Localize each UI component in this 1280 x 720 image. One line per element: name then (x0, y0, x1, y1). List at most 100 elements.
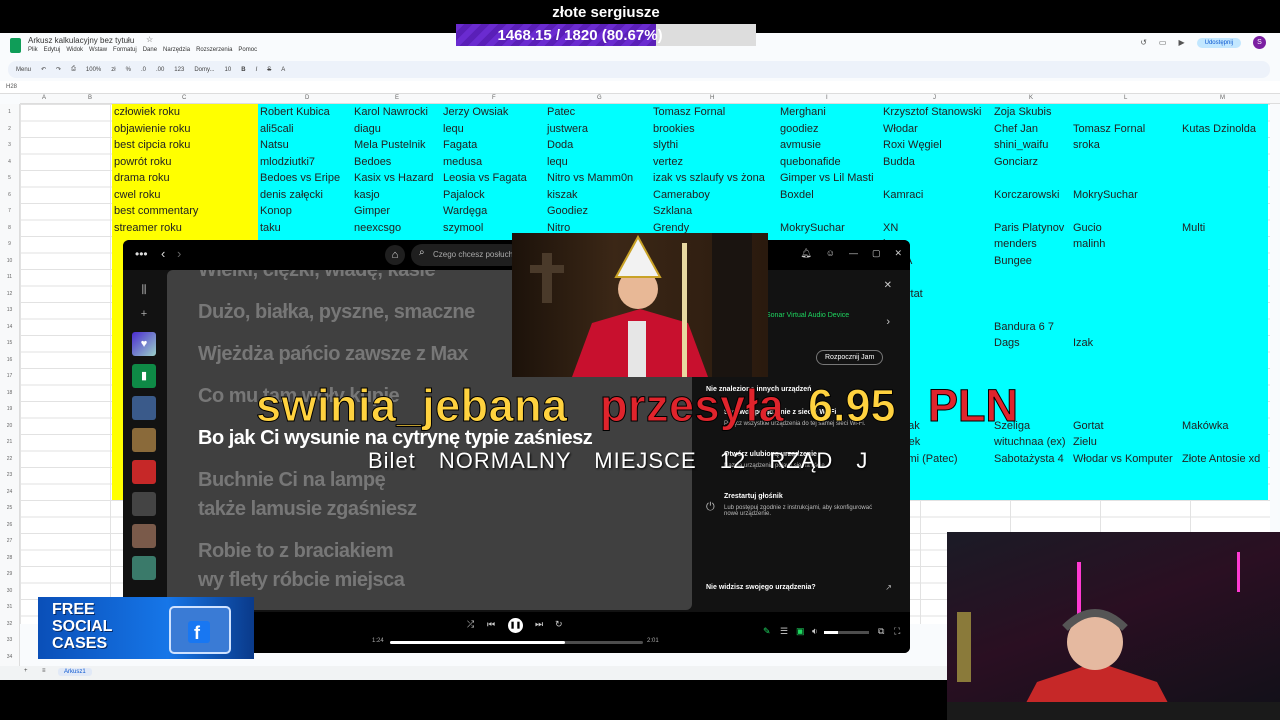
row-header[interactable]: 22 (0, 451, 19, 468)
redo-icon[interactable]: ↷ (56, 66, 61, 73)
row-header[interactable]: 6 (0, 187, 19, 204)
row-header[interactable]: 23 (0, 467, 19, 484)
external-link-icon[interactable]: ↗ (885, 583, 892, 592)
add-icon[interactable]: + (132, 302, 156, 326)
sheet-cell[interactable]: shini_waifu (994, 139, 1048, 151)
font-size-input[interactable]: 10 (225, 67, 232, 73)
close-panel-icon[interactable]: ✕ (884, 280, 892, 291)
volume-slider[interactable] (824, 631, 869, 634)
playlist-cover-icon[interactable] (132, 556, 156, 580)
sheet-cell[interactable]: Goodiez (547, 205, 588, 217)
row-header[interactable]: 26 (0, 517, 19, 534)
sheet-cell[interactable]: Bungee (994, 255, 1032, 267)
sheet-cell[interactable]: lequ (443, 123, 464, 135)
menu-item-help[interactable]: Pomoc (238, 47, 257, 53)
sheet-cell[interactable]: Włodar vs Komputer (1073, 453, 1173, 465)
bold-icon[interactable]: B (241, 67, 245, 73)
currency-button[interactable]: zł (111, 67, 115, 73)
sheet-cell[interactable]: MokrySuchar (1073, 189, 1138, 201)
sheet-cell[interactable]: Krzysztof Stanowski (883, 106, 981, 118)
sheet-cell[interactable]: Bedoes vs Eripe (260, 172, 340, 184)
sheet-cell[interactable]: Kutas Dzinolda (1182, 123, 1256, 135)
menu-item-format[interactable]: Formatuj (113, 47, 137, 53)
sheet-cell[interactable]: Kamraci (883, 189, 923, 201)
meet-icon[interactable]: ▶ (1178, 38, 1184, 47)
row-header[interactable]: 7 (0, 203, 19, 220)
row-header[interactable]: 3 (0, 137, 19, 154)
sheet-cell[interactable]: Gonciarz (994, 156, 1038, 168)
row-header[interactable]: 33 (0, 632, 19, 649)
sheet-cell[interactable]: Gimper (354, 205, 390, 217)
sheet-cell[interactable]: Korczarowski (994, 189, 1059, 201)
liked-songs-icon[interactable]: ♥ (132, 332, 156, 356)
doc-title[interactable]: Arkusz kalkulacyjny bez tytułu (28, 36, 134, 45)
column-header-k[interactable]: K (1029, 95, 1033, 101)
row-header[interactable]: 11 (0, 269, 19, 286)
percent-button[interactable]: % (126, 67, 131, 73)
sheet-cell[interactable]: best commentary (114, 205, 198, 217)
current-device[interactable]: Sonar Virtual Audio Device (766, 312, 849, 319)
share-button[interactable]: Udostępnij (1196, 37, 1241, 48)
sheet-cell[interactable]: Nitro (547, 222, 570, 234)
avatar[interactable]: S (1253, 36, 1266, 49)
sheet-cell[interactable]: drama roku (114, 172, 170, 184)
sheet-cell[interactable]: Gortat (1073, 420, 1104, 432)
library-icon[interactable]: ⫼ (132, 278, 156, 302)
decimal-decrease-button[interactable]: .0 (141, 67, 146, 73)
sheet-cell[interactable]: malinh (1073, 238, 1105, 250)
sheet-cell[interactable]: Budda (883, 156, 915, 168)
row-header[interactable]: 31 (0, 599, 19, 616)
row-header[interactable]: 18 (0, 385, 19, 402)
sheet-cell[interactable]: diagu (354, 123, 381, 135)
column-header-e[interactable]: E (395, 95, 399, 101)
sheet-cell[interactable]: ali5cali (260, 123, 294, 135)
column-header-l[interactable]: L (1124, 95, 1127, 101)
sheet-cell[interactable]: Dags (994, 337, 1020, 349)
row-header[interactable]: 30 (0, 583, 19, 600)
sheet-cell[interactable]: powrót roku (114, 156, 171, 168)
cant-see-device-link[interactable]: Nie widzisz swojego urządzenia? (706, 584, 816, 591)
sheet-cell[interactable]: objawienie roku (114, 123, 190, 135)
playlist-cover-icon[interactable] (132, 492, 156, 516)
more-icon[interactable]: ••• (135, 247, 148, 261)
row-header[interactable]: 10 (0, 253, 19, 270)
sheets-logo-icon[interactable] (10, 38, 21, 53)
decimal-increase-button[interactable]: .00 (156, 67, 164, 73)
start-jam-button[interactable]: Rozpocznij Jam (816, 350, 884, 365)
row-header[interactable]: 12 (0, 286, 19, 303)
row-header[interactable]: 29 (0, 566, 19, 583)
column-header-b[interactable]: B (88, 95, 92, 101)
row-header[interactable]: 20 (0, 418, 19, 435)
menu-item-file[interactable]: Plik (28, 47, 38, 53)
sheet-cell[interactable]: Leosia vs Fagata (443, 172, 527, 184)
menu-item-edit[interactable]: Edytuj (44, 47, 61, 53)
column-header-f[interactable]: F (492, 95, 496, 101)
sheet-cell[interactable]: Fagata (443, 139, 477, 151)
sheet-cell[interactable]: Wardęga (443, 205, 487, 217)
all-sheets-icon[interactable]: ≡ (42, 668, 46, 674)
sheet-cell[interactable]: Mela Pustelnik (354, 139, 426, 151)
sheet-cell[interactable]: Multi (1182, 222, 1205, 234)
sheet-cell[interactable]: izak vs szlaufy vs żona (653, 172, 765, 184)
sheet-cell[interactable]: best cipcia roku (114, 139, 190, 151)
sheet-cell[interactable]: Gimper vs Lil Masti (780, 172, 874, 184)
row-header[interactable]: 19 (0, 401, 19, 418)
undo-icon[interactable]: ↶ (41, 66, 46, 73)
sheet-cell[interactable]: Gucio (1073, 222, 1102, 234)
add-sheet-icon[interactable]: + (24, 668, 28, 674)
sheet-cell[interactable]: neexcsgo (354, 222, 401, 234)
sheet-cell[interactable]: Makówka (1182, 420, 1228, 432)
row-header[interactable]: 24 (0, 484, 19, 501)
row-header[interactable]: 8 (0, 220, 19, 237)
column-header-m[interactable]: M (1220, 95, 1225, 101)
italic-icon[interactable]: I (256, 67, 258, 73)
sheet-cell[interactable]: Szklana (653, 205, 692, 217)
sheet-cell[interactable]: mlodziutki7 (260, 156, 315, 168)
friends-icon[interactable]: ☺ (826, 248, 835, 259)
row-header[interactable]: 25 (0, 500, 19, 517)
menu-item-view[interactable]: Widok (66, 47, 83, 53)
column-header-d[interactable]: D (305, 95, 309, 101)
sheet-cell[interactable]: Sabotażysta 4 (994, 453, 1064, 465)
maximize-icon[interactable]: ▢ (872, 248, 881, 259)
sheet-cell[interactable]: XN (883, 222, 898, 234)
